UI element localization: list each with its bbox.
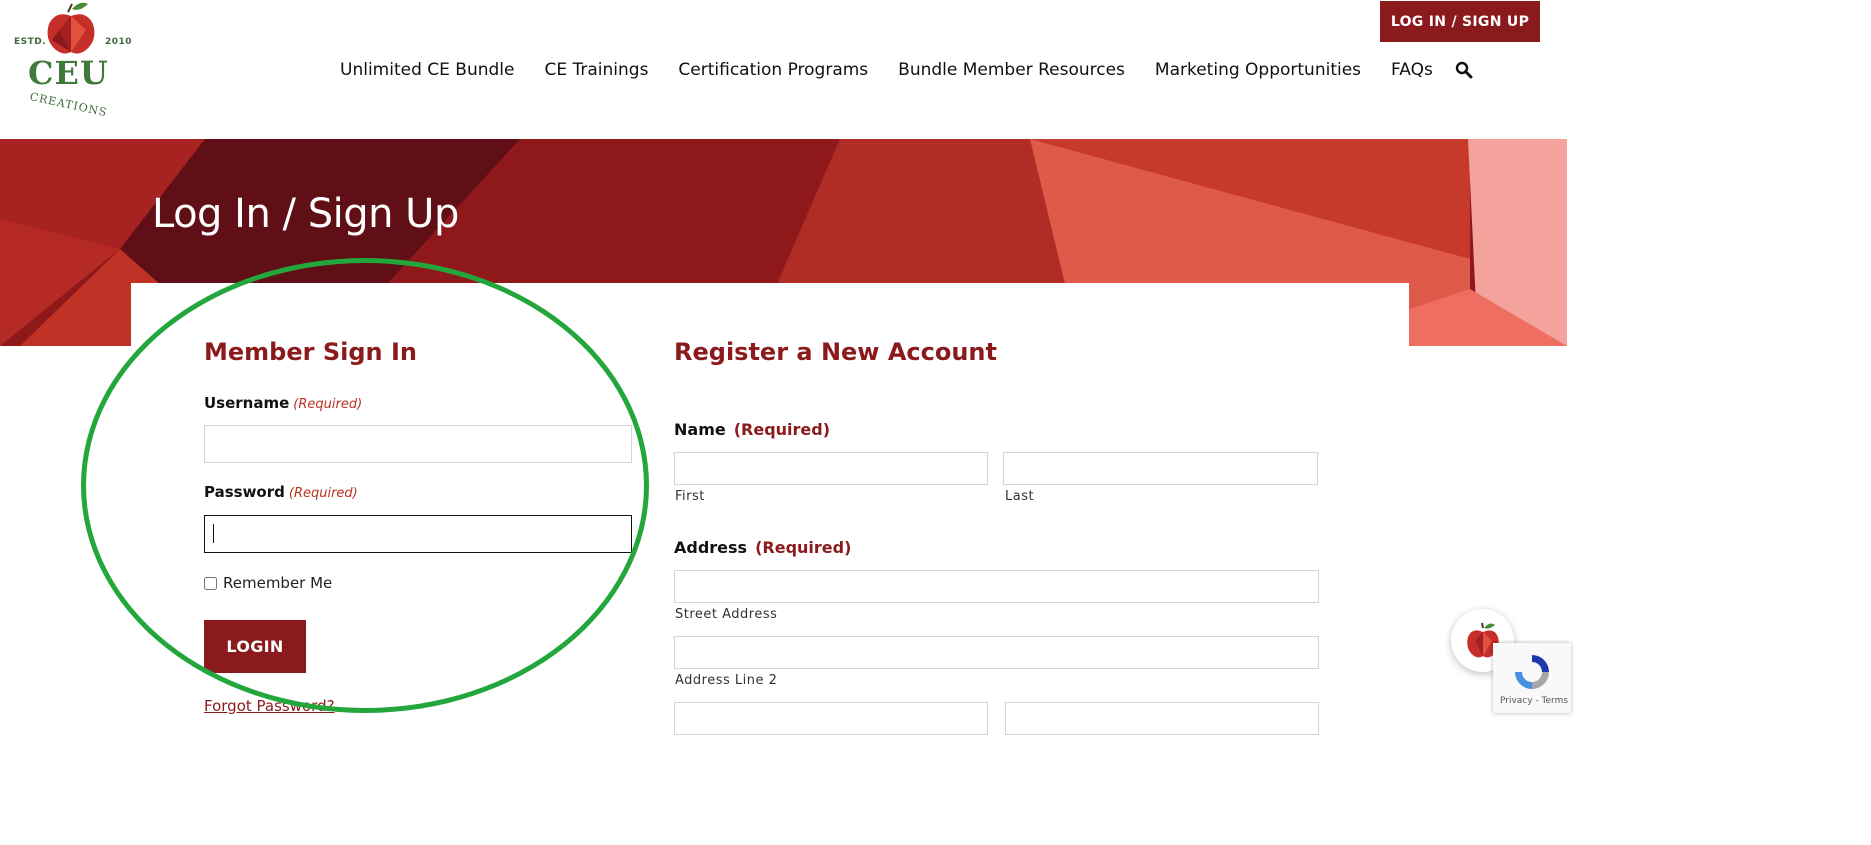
remember-me-label: Remember Me (223, 574, 333, 592)
first-name-input[interactable] (674, 452, 988, 485)
member-sign-in-title: Member Sign In (204, 338, 417, 366)
form-card (131, 283, 1409, 845)
last-name-input[interactable] (1003, 452, 1318, 485)
password-label-text: Password (204, 483, 285, 501)
remember-me-checkbox[interactable] (204, 576, 217, 590)
nav-unlimited-ce-bundle[interactable]: Unlimited CE Bundle (340, 60, 514, 80)
remember-me-row[interactable]: Remember Me (204, 574, 332, 592)
logo-year: 2010 (104, 37, 132, 47)
nav-faqs[interactable]: FAQs (1391, 60, 1433, 80)
site-logo[interactable]: ESTD. 2010 CEU CREATIONS (14, 0, 132, 132)
logo-wordmark: CEU (28, 54, 109, 92)
state-input[interactable] (1005, 702, 1319, 735)
login-signup-button[interactable]: LOG IN / SIGN UP (1380, 1, 1540, 42)
username-label-text: Username (204, 394, 290, 412)
street-address-sublabel: Street Address (675, 607, 778, 622)
nav-ce-trainings[interactable]: CE Trainings (544, 60, 648, 80)
address-label: Address (Required) (674, 538, 851, 557)
last-sublabel: Last (1005, 489, 1035, 504)
password-required: (Required) (288, 486, 358, 501)
city-input[interactable] (674, 702, 988, 735)
page-title: Log In / Sign Up (152, 191, 459, 237)
username-input[interactable] (204, 425, 632, 463)
address-required: (Required) (755, 538, 852, 557)
nav-marketing-opportunities[interactable]: Marketing Opportunities (1155, 60, 1361, 80)
password-input[interactable] (204, 515, 632, 553)
main-nav: Unlimited CE Bundle CE Trainings Certifi… (340, 60, 1473, 80)
name-label: Name (Required) (674, 420, 830, 439)
register-title: Register a New Account (674, 338, 997, 366)
username-label: Username (Required) (204, 394, 362, 412)
address-label-text: Address (674, 538, 748, 557)
apple-logo-icon (47, 2, 95, 54)
street-address-input[interactable] (674, 570, 1319, 603)
text-caret (213, 524, 214, 543)
password-label: Password (Required) (204, 483, 358, 501)
name-label-text: Name (674, 420, 726, 439)
recaptcha-text[interactable]: Privacy - Terms (1500, 696, 1568, 706)
nav-certification-programs[interactable]: Certification Programs (678, 60, 868, 80)
logo-tagline: CREATIONS (28, 90, 109, 120)
name-required: (Required) (733, 420, 831, 439)
search-icon[interactable] (1455, 61, 1473, 79)
recaptcha-badge[interactable]: Privacy - Terms (1493, 643, 1571, 713)
recaptcha-icon (1515, 655, 1549, 689)
address-line2-sublabel: Address Line 2 (675, 673, 778, 688)
logo-estd: ESTD. (14, 37, 47, 47)
forgot-password-link[interactable]: Forgot Password? (204, 697, 335, 715)
first-sublabel: First (675, 489, 705, 504)
username-required: (Required) (293, 397, 363, 412)
address-line2-input[interactable] (674, 636, 1319, 669)
login-button[interactable]: LOGIN (204, 620, 306, 673)
nav-bundle-member-resources[interactable]: Bundle Member Resources (898, 60, 1125, 80)
